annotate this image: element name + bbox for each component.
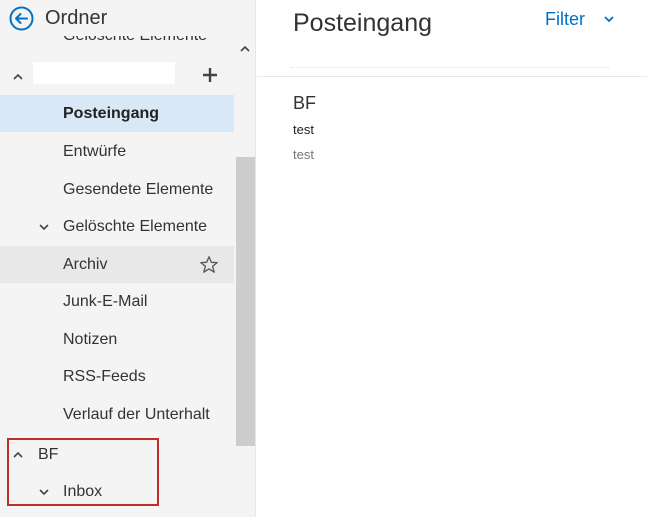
filter-button[interactable]: Filter	[545, 8, 614, 30]
folder-item-gesendete-elemente[interactable]: Gesendete Elemente	[0, 171, 234, 208]
message-list-item[interactable]: BF test test	[257, 77, 647, 187]
account-name	[33, 62, 175, 84]
folder-item-label: Gelöschte Elemente	[63, 217, 208, 235]
folder-scrollbar[interactable]	[234, 36, 256, 517]
folder-pane-header: Ordner	[0, 0, 256, 36]
star-outline-icon[interactable]	[199, 255, 219, 275]
highlight-annotation	[7, 438, 159, 506]
chevron-up-icon[interactable]	[11, 72, 25, 82]
folder-item-label: Notizen	[63, 330, 118, 348]
message-subject: test	[293, 122, 314, 137]
filter-label: Filter	[545, 9, 585, 29]
folder-item-rss-feeds[interactable]: RSS-Feeds	[0, 358, 234, 395]
chevron-down-icon	[604, 16, 614, 23]
folder-item-label: Entwürfe	[63, 142, 127, 160]
folder-item-label: Posteingang	[63, 104, 160, 122]
folder-item-entwuerfe[interactable]: Entwürfe	[0, 133, 234, 170]
folder-pane-title: Ordner	[45, 7, 108, 29]
folder-pane: Ordner Gelöschte Elemente Posteingang En…	[0, 0, 256, 517]
folder-item-geloeschte-elemente[interactable]: Gelöschte Elemente	[0, 208, 234, 245]
message-sender: BF	[293, 93, 317, 113]
folder-item-posteingang[interactable]: Posteingang	[0, 95, 234, 132]
folder-item-archiv[interactable]: Archiv	[0, 246, 234, 283]
folder-item-notizen[interactable]: Notizen	[0, 321, 234, 358]
folder-item-label: Verlauf der Unterhalt	[63, 405, 210, 423]
page-title: Posteingang	[293, 9, 433, 37]
chevron-down-icon[interactable]	[37, 222, 51, 232]
folder-item-label: Gelöschte Elemente	[63, 36, 207, 45]
folder-item-label: Gesendete Elemente	[63, 180, 214, 198]
header-separator	[291, 48, 609, 68]
folder-item-label: Junk-E-Mail	[63, 292, 148, 310]
folder-item-label: RSS-Feeds	[63, 367, 146, 385]
message-preview: test	[293, 147, 314, 162]
add-folder-icon[interactable]	[201, 66, 219, 84]
scrollbar-thumb[interactable]	[236, 157, 255, 446]
back-arrow-icon[interactable]	[9, 6, 34, 31]
folder-item-label: Archiv	[63, 255, 108, 273]
folder-item-junk-email[interactable]: Junk-E-Mail	[0, 283, 234, 320]
scroll-up-icon[interactable]	[239, 44, 251, 54]
folder-item-verlauf-der-unterhaltung[interactable]: Verlauf der Unterhalt	[0, 396, 234, 433]
message-list-pane: Posteingang Filter BF test test	[257, 0, 647, 517]
folder-item-deleted-items-partial[interactable]: Gelöschte Elemente	[0, 36, 234, 48]
